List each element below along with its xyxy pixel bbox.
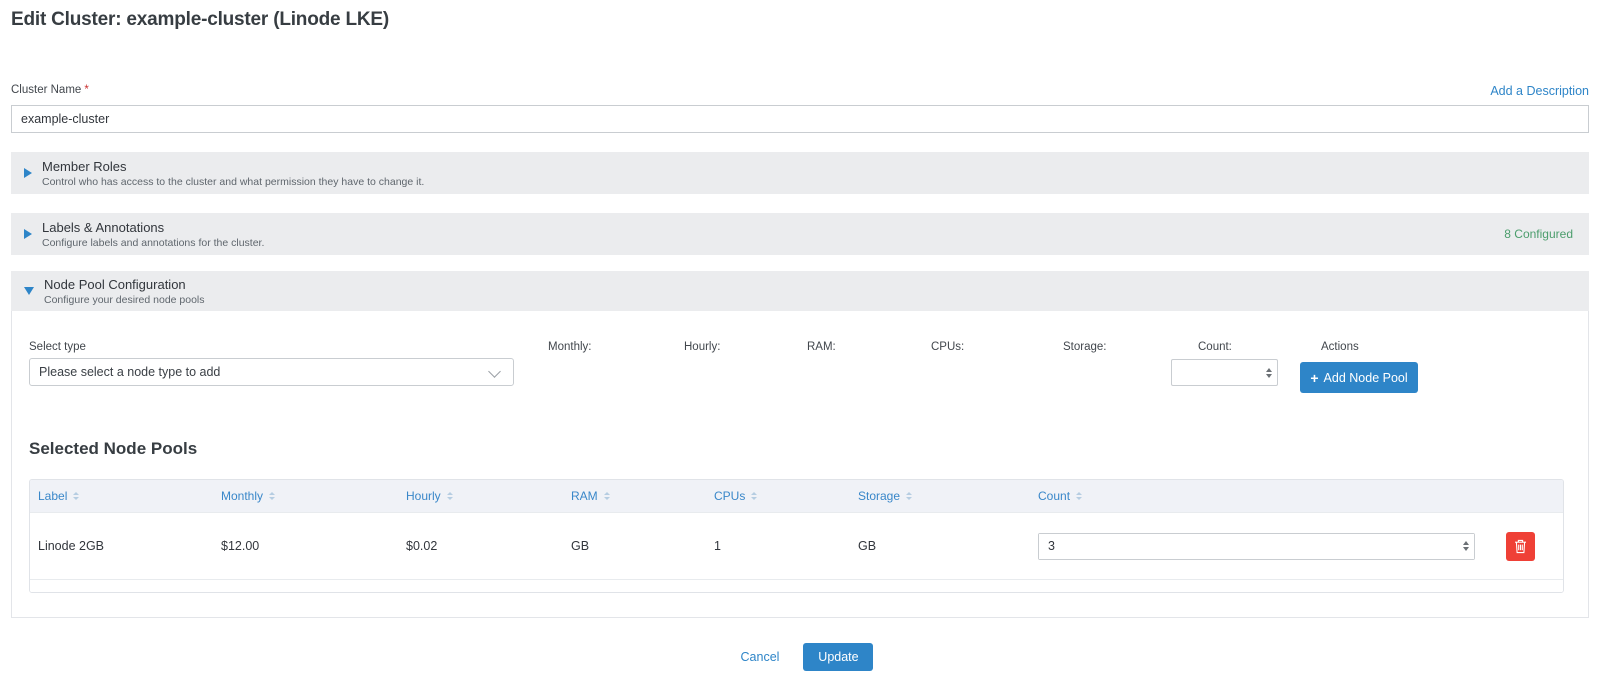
add-node-pool-button[interactable]: + Add Node Pool: [1300, 362, 1418, 393]
ram-spec-label: RAM:: [807, 341, 836, 353]
required-asterisk: *: [84, 84, 88, 96]
node-pool-panel: Select type Monthly: Hourly: RAM: CPUs: …: [11, 311, 1589, 618]
edit-cluster-page: Edit Cluster: example-cluster (Linode LK…: [0, 0, 1600, 671]
caret-right-icon: [24, 168, 32, 178]
column-header-hourly[interactable]: Hourly: [398, 489, 563, 503]
trash-icon: [1514, 539, 1527, 554]
sort-icon: [73, 492, 79, 500]
member-roles-subtitle: Control who has access to the cluster an…: [42, 176, 1573, 188]
cell-storage: GB: [850, 539, 1030, 553]
sort-icon: [906, 492, 912, 500]
cell-monthly: $12.00: [213, 539, 398, 553]
chevron-down-icon: [488, 365, 501, 378]
sort-icon: [604, 492, 610, 500]
selected-node-pools-table: Label Monthly Hourly RAM CPUs Storage Co…: [29, 479, 1564, 593]
stepper-arrows-icon[interactable]: [1463, 541, 1469, 551]
storage-spec-label: Storage:: [1063, 341, 1106, 353]
hourly-spec-label: Hourly:: [684, 341, 720, 353]
section-node-pool-configuration[interactable]: Node Pool Configuration Configure your d…: [11, 271, 1589, 311]
node-pool-subtitle: Configure your desired node pools: [44, 294, 1573, 306]
cpus-spec-label: CPUs:: [931, 341, 964, 353]
configured-count-badge: 8 Configured: [1504, 227, 1573, 241]
delete-node-pool-button[interactable]: [1506, 532, 1535, 561]
cell-cpus: 1: [706, 539, 850, 553]
actions-label: Actions: [1321, 341, 1359, 353]
cluster-name-label-group: Cluster Name*: [11, 80, 89, 98]
page-title: Edit Cluster: example-cluster (Linode LK…: [11, 0, 1589, 31]
node-type-select-placeholder: Please select a node type to add: [39, 365, 220, 379]
monthly-spec-label: Monthly:: [548, 341, 591, 353]
count-stepper[interactable]: [1171, 359, 1278, 386]
cell-ram: GB: [563, 539, 706, 553]
count-input[interactable]: [1172, 360, 1277, 385]
sort-icon: [751, 492, 757, 500]
cluster-name-label: Cluster Name: [11, 84, 81, 96]
labels-annotations-subtitle: Configure labels and annotations for the…: [42, 237, 1504, 249]
column-header-count[interactable]: Count: [1030, 489, 1477, 503]
table-row: Linode 2GB $12.00 $0.02 GB 1 GB: [30, 512, 1563, 579]
column-header-storage[interactable]: Storage: [850, 489, 1030, 503]
select-type-label: Select type: [29, 341, 86, 353]
node-pool-title: Node Pool Configuration: [44, 277, 1573, 292]
column-header-cpus[interactable]: CPUs: [706, 489, 850, 503]
stepper-arrows-icon[interactable]: [1266, 368, 1272, 378]
count-spec-label: Count:: [1198, 341, 1232, 353]
member-roles-title: Member Roles: [42, 159, 1573, 174]
row-count-input[interactable]: [1039, 534, 1474, 559]
add-node-pool-label: Add Node Pool: [1324, 371, 1408, 385]
node-type-select[interactable]: Please select a node type to add: [29, 358, 514, 386]
section-labels-annotations[interactable]: Labels & Annotations Configure labels an…: [11, 213, 1589, 255]
update-button[interactable]: Update: [803, 643, 873, 671]
table-footer-strip: [30, 579, 1563, 592]
column-header-label[interactable]: Label: [30, 489, 213, 503]
cluster-name-row: Cluster Name* Add a Description: [11, 80, 1589, 98]
column-header-monthly[interactable]: Monthly: [213, 489, 398, 503]
cancel-button[interactable]: Cancel: [727, 644, 794, 670]
caret-down-icon: [24, 287, 34, 295]
form-actions: Cancel Update: [11, 643, 1589, 671]
labels-annotations-title: Labels & Annotations: [42, 220, 1504, 235]
cluster-name-input[interactable]: [11, 105, 1589, 133]
plus-icon: +: [1310, 371, 1318, 385]
row-count-stepper[interactable]: [1038, 533, 1475, 560]
sort-icon: [447, 492, 453, 500]
cell-hourly: $0.02: [398, 539, 563, 553]
sort-icon: [1076, 492, 1082, 500]
column-header-ram[interactable]: RAM: [563, 489, 706, 503]
table-header-row: Label Monthly Hourly RAM CPUs Storage Co…: [30, 480, 1563, 512]
cell-label: Linode 2GB: [30, 539, 213, 553]
selected-node-pools-heading: Selected Node Pools: [29, 439, 197, 459]
sort-icon: [269, 492, 275, 500]
add-description-link[interactable]: Add a Description: [1490, 84, 1589, 98]
caret-right-icon: [24, 229, 32, 239]
section-member-roles[interactable]: Member Roles Control who has access to t…: [11, 152, 1589, 194]
